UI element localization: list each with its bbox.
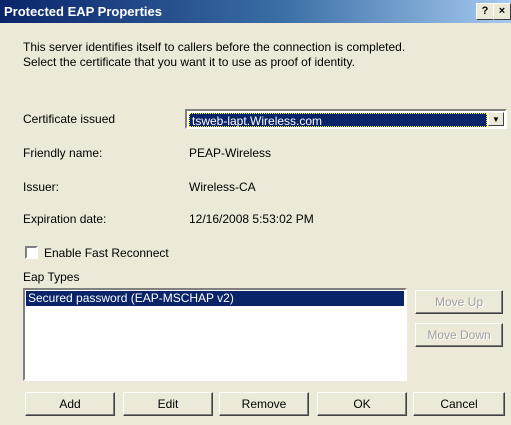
issuer-value: Wireless-CA [189,180,256,194]
intro-text: This server identifies itself to callers… [23,40,405,70]
title-bar[interactable]: Protected EAP Properties ? × [0,0,511,23]
dialog-window: Protected EAP Properties ? × This server… [0,0,511,425]
ok-button[interactable]: OK [317,392,407,416]
dropdown-arrow-icon[interactable]: ▼ [488,112,504,126]
edit-button[interactable]: Edit [123,392,213,416]
fast-reconnect-label[interactable]: Enable Fast Reconnect [44,246,169,260]
issuer-label: Issuer: [23,180,60,194]
expiration-value: 12/16/2008 5:53:02 PM [189,212,314,226]
fast-reconnect-checkbox[interactable] [25,246,38,259]
list-item[interactable]: Secured password (EAP-MSCHAP v2) [26,291,404,306]
remove-button[interactable]: Remove [219,392,309,416]
eap-types-list[interactable]: Secured password (EAP-MSCHAP v2) [23,288,407,381]
friendly-name-value: PEAP-Wireless [189,146,272,160]
close-button[interactable]: × [493,3,511,20]
add-button[interactable]: Add [25,392,115,416]
friendly-name-label: Friendly name: [23,146,103,160]
cancel-button[interactable]: Cancel [413,392,505,416]
certificate-label: Certificate issued [23,112,116,126]
intro-line-2: Select the certificate that you want it … [23,55,355,69]
window-title: Protected EAP Properties [4,4,162,19]
certificate-select[interactable]: tsweb-lapt.Wireless.com ▼ [185,109,507,129]
intro-line-1: This server identifies itself to callers… [23,40,406,54]
expiration-label: Expiration date: [23,212,107,226]
certificate-selected-value: tsweb-lapt.Wireless.com [189,113,487,128]
move-up-button[interactable]: Move Up [415,290,503,314]
help-button[interactable]: ? [476,3,494,20]
eap-types-label: Eap Types [23,270,80,284]
move-down-button[interactable]: Move Down [415,323,503,347]
